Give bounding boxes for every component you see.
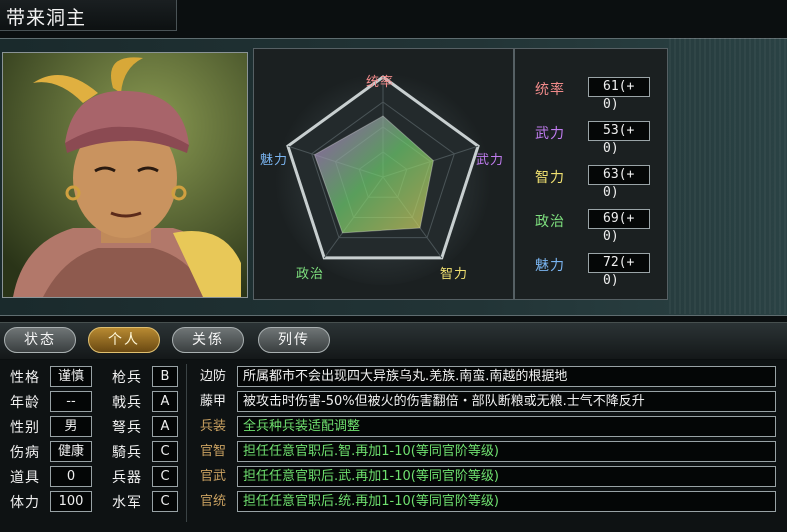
aptitude-value: B (152, 366, 178, 387)
stat-value: 72(+ 0) (588, 253, 650, 288)
profile-label: 伤病 (10, 445, 40, 461)
aptitude-label: 水军 (112, 495, 142, 511)
aptitude-value: C (152, 441, 178, 462)
officer-portrait (2, 52, 248, 298)
stat-label: 统率 (535, 82, 565, 98)
stat-label: 魅力 (535, 258, 565, 274)
skill-description: 担任任意官职后.智.再加1-10(等同官阶等级) (237, 441, 776, 462)
aptitude-label: 弩兵 (112, 420, 142, 436)
profile-label: 体力 (10, 495, 40, 511)
aptitude-value: C (152, 466, 178, 487)
skill-name[interactable]: 兵装 (193, 416, 233, 437)
skill-description: 担任任意官职后.武.再加1-10(等同官阶等级) (237, 466, 776, 487)
skill-description: 担任任意官职后.统.再加1-10(等同官阶等级) (237, 491, 776, 512)
radar-label-bottom-left: 政治 (296, 267, 325, 282)
profile-label: 道具 (10, 470, 40, 486)
officer-name: 带来洞主 (6, 7, 87, 29)
aptitude-value: C (152, 491, 178, 512)
radar-panel: 统率 武力 智力 政治 魅力 (253, 48, 514, 300)
radar-label-right: 武力 (476, 153, 505, 168)
skill-description: 被攻击时伤害-50%但被火的伤害翻倍・部队断粮或无粮.士气不降反升 (237, 391, 776, 412)
profile-value: 谨慎 (50, 366, 92, 387)
stat-row-wuli: 武力 53(+ 0) (515, 120, 669, 156)
tab-relations[interactable]: 关係 (172, 327, 244, 353)
stat-value: 63(+ 0) (588, 165, 650, 200)
skill-name[interactable]: 官武 (193, 466, 233, 487)
stat-label: 政治 (535, 214, 565, 230)
profile-value: 健康 (50, 441, 92, 462)
profile-value: 0 (50, 466, 92, 487)
profile-label: 性别 (10, 420, 40, 436)
tab-personal[interactable]: 个人 (88, 327, 160, 353)
aptitude-label: 兵器 (112, 470, 142, 486)
stat-value: 53(+ 0) (588, 121, 650, 156)
skill-description: 所属都市不会出现四大异族乌丸.羌族.南蛮.南越的根据地 (237, 366, 776, 387)
stat-row-zhili: 智力 63(+ 0) (515, 164, 669, 200)
stat-label: 智力 (535, 170, 565, 186)
aptitude-label: 枪兵 (112, 370, 142, 386)
aptitude-value: A (152, 391, 178, 412)
skill-name[interactable]: 藤甲 (193, 391, 233, 412)
radar-label-left: 魅力 (260, 153, 289, 168)
radar-label-bottom-right: 智力 (440, 267, 469, 282)
radar-label-top: 统率 (366, 75, 395, 90)
title-bar: 带来洞主 (0, 0, 177, 31)
profile-value: 100 (50, 491, 92, 512)
skill-name[interactable]: 官统 (193, 491, 233, 512)
stat-row-zhengzhi: 政治 69(+ 0) (515, 208, 669, 244)
tab-biography[interactable]: 列传 (258, 327, 330, 353)
profile-value: -- (50, 391, 92, 412)
aptitude-label: 戟兵 (112, 395, 142, 411)
profile-label: 性格 (10, 370, 40, 386)
stat-row-meili: 魅力 72(+ 0) (515, 252, 669, 288)
stat-label: 武力 (535, 126, 565, 142)
stats-panel: 统率 61(+ 0) 武力 53(+ 0) 智力 63(+ 0) 政治 69(+… (514, 48, 668, 300)
portrait-image (3, 53, 247, 297)
profile-value: 男 (50, 416, 92, 437)
tab-status[interactable]: 状态 (4, 327, 76, 353)
stat-value: 61(+ 0) (588, 77, 650, 112)
skill-description: 全兵种兵装适配调整 (237, 416, 776, 437)
aptitude-label: 騎兵 (112, 445, 142, 461)
stat-row-tongshuai: 统率 61(+ 0) (515, 76, 669, 112)
profile-label: 年龄 (10, 395, 40, 411)
divider (186, 364, 187, 522)
frame-decoration (669, 38, 787, 314)
aptitude-value: A (152, 416, 178, 437)
skill-name[interactable]: 边防 (193, 366, 233, 387)
stat-value: 69(+ 0) (588, 209, 650, 244)
skill-name[interactable]: 官智 (193, 441, 233, 462)
